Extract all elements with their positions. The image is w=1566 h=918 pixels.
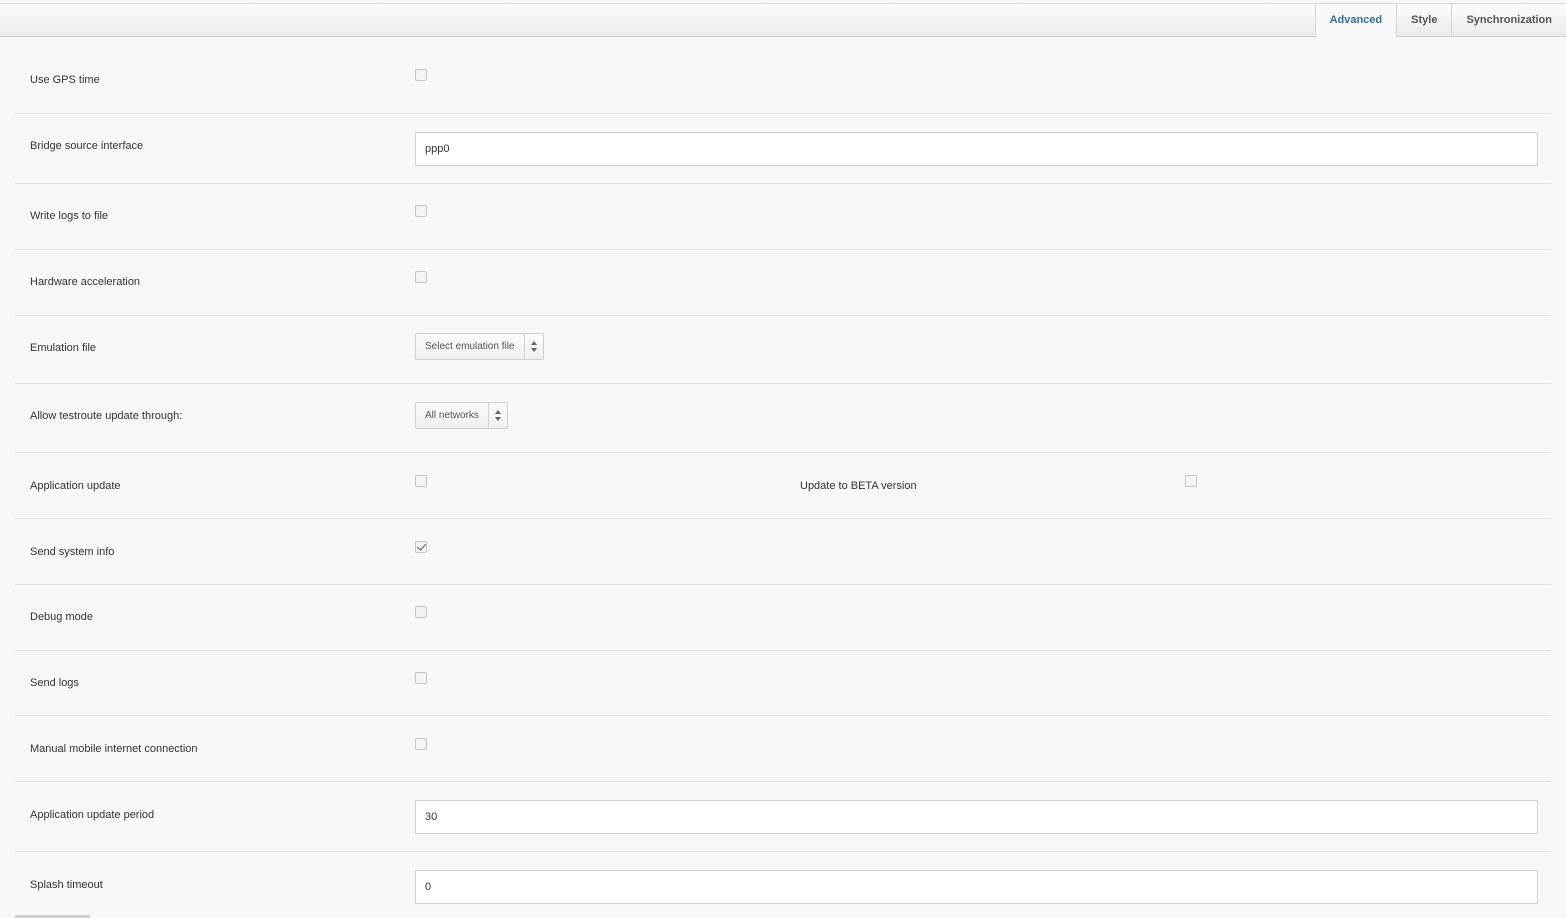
send-logs-label: Send logs <box>30 677 79 689</box>
setting-row-debug-mode: Debug mode <box>15 585 1551 651</box>
splash-timeout-label: Splash timeout <box>30 879 103 891</box>
bridge-source-interface-input[interactable] <box>415 132 1538 166</box>
select-arrows-icon <box>487 403 507 428</box>
setting-row-write-logs: Write logs to file <box>15 184 1551 250</box>
setting-row-send-logs: Send logs <box>15 651 1551 716</box>
tab-advanced[interactable]: Advanced <box>1314 4 1397 38</box>
allow-testroute-update-selected: All networks <box>425 410 479 421</box>
splash-timeout-input[interactable] <box>415 870 1538 904</box>
allow-testroute-update-label: Allow testroute update through: <box>30 410 183 422</box>
use-gps-time-checkbox[interactable] <box>415 69 427 81</box>
hardware-acceleration-label: Hardware acceleration <box>30 276 141 288</box>
select-arrows-icon <box>523 334 543 359</box>
setting-row-hardware-acceleration: Hardware acceleration <box>15 250 1551 316</box>
write-logs-checkbox[interactable] <box>415 205 427 217</box>
setting-row-send-system-info: Send system info <box>15 519 1551 585</box>
tab-list: Advanced Style Synchronization <box>1314 4 1566 38</box>
emulation-file-select[interactable]: Select emulation file <box>415 333 544 360</box>
write-logs-label: Write logs to file <box>30 210 109 222</box>
send-system-info-checkbox[interactable] <box>415 541 427 553</box>
update-to-beta-checkbox[interactable] <box>1185 475 1197 487</box>
manual-mobile-internet-label: Manual mobile internet connection <box>30 743 198 755</box>
hardware-acceleration-checkbox[interactable] <box>415 271 427 283</box>
send-logs-checkbox[interactable] <box>415 672 427 684</box>
setting-row-manual-mobile-internet: Manual mobile internet connection <box>15 716 1551 782</box>
setting-row-bridge-source-interface: Bridge source interface <box>15 114 1551 184</box>
setting-row-splash-timeout: Splash timeout <box>15 852 1551 918</box>
setting-row-use-gps-time: Use GPS time <box>15 38 1551 114</box>
setting-row-application-update: Application update Update to BETA versio… <box>15 453 1551 519</box>
tab-style[interactable]: Style <box>1396 4 1451 37</box>
send-system-info-label: Send system info <box>30 546 115 558</box>
setting-row-emulation-file: Emulation file Select emulation file <box>15 316 1551 384</box>
application-update-period-input[interactable] <box>415 800 1538 834</box>
application-update-checkbox[interactable] <box>415 475 427 487</box>
tab-bar: Advanced Style Synchronization <box>0 3 1566 38</box>
emulation-file-selected: Select emulation file <box>425 341 515 352</box>
use-gps-time-label: Use GPS time <box>30 74 100 86</box>
debug-mode-label: Debug mode <box>30 611 93 623</box>
manual-mobile-internet-checkbox[interactable] <box>415 738 427 750</box>
allow-testroute-update-select[interactable]: All networks <box>415 402 508 429</box>
application-update-period-label: Application update period <box>30 809 155 821</box>
application-update-label: Application update <box>30 480 121 492</box>
update-to-beta-label: Update to BETA version <box>800 480 917 492</box>
bridge-source-interface-label: Bridge source interface <box>30 140 144 152</box>
tab-synchronization[interactable]: Synchronization <box>1451 4 1566 37</box>
debug-mode-checkbox[interactable] <box>415 606 427 618</box>
emulation-file-label: Emulation file <box>30 342 97 354</box>
setting-row-application-update-period: Application update period <box>15 782 1551 852</box>
setting-row-allow-testroute-update: Allow testroute update through: All netw… <box>15 384 1551 453</box>
